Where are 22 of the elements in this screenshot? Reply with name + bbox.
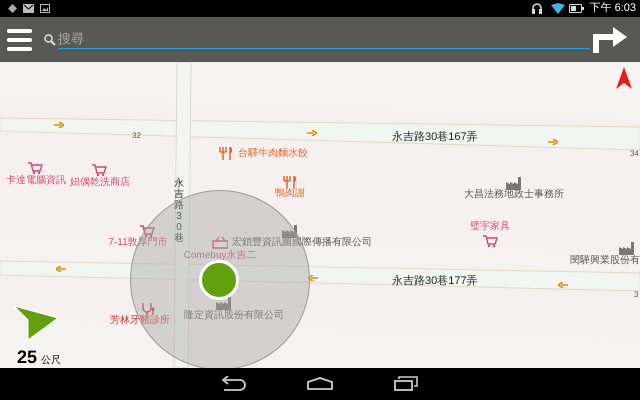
place-label[interactable]: 隆定資訊股份有限公司 [184,311,284,321]
place-label[interactable]: 妞偶乾洗商店 [70,178,130,188]
scale-value: 25 [17,348,38,366]
street-label: 永吉路30巷167弄 [392,132,478,143]
place-label[interactable]: 台驛牛肉麵水餃 [238,149,308,159]
place-label[interactable]: 宏鎖豐資訊圖國際傳播有限公司 [232,238,372,248]
place-label[interactable]: Comebuy永吉二 [184,251,256,261]
place-label[interactable]: 卡達電腦資訊 [6,176,66,186]
street-label: 永吉路30巷 [174,178,184,244]
place-label[interactable]: 大昌法務地政士事務所 [464,190,564,200]
status-time: 下午 6:03 [590,1,636,16]
road-number: 34 [630,150,639,158]
place-label[interactable]: 璧宇家具 [470,222,510,232]
road-number: 3 [634,291,638,299]
search-field[interactable]: 搜尋 [58,30,590,49]
place-label[interactable]: 芳林牙醫診所 [110,316,170,326]
scale-unit: 公尺 [41,356,62,366]
place-label[interactable]: 7-11敦厚門市 [108,238,168,248]
street-label: 永吉路30巷177弄 [392,276,478,287]
road-number: 32 [132,132,141,140]
place-label[interactable]: 鴨肉謝 [275,189,305,199]
place-label[interactable]: 閔驊興業股份有 [570,256,640,266]
